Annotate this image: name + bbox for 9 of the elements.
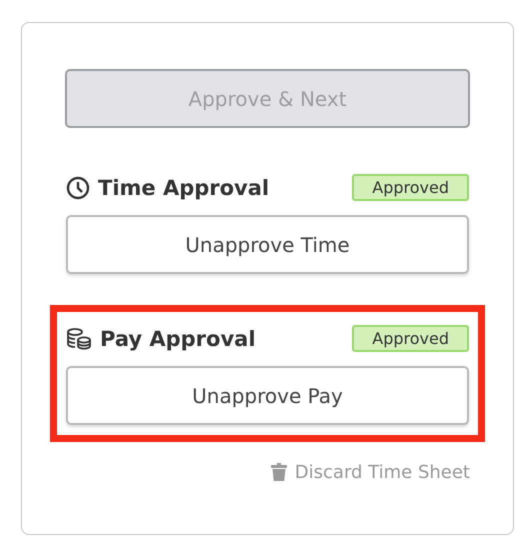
unapprove-button[interactable]: Unapprove Time [66,215,469,274]
unapprove-button[interactable]: Unapprove Pay [66,366,469,425]
trash-icon [270,463,287,482]
section-title: Pay Approval [100,326,256,350]
coins-icon [66,328,92,350]
section-title: Time Approval [98,176,270,200]
status-badge: Approved [352,174,469,201]
clock-icon [66,176,90,200]
status-badge: Approved [352,325,469,352]
